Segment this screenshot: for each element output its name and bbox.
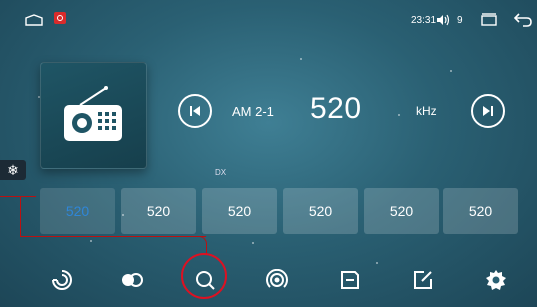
edit-button[interactable]	[401, 258, 445, 302]
sparkle-dot	[300, 58, 302, 60]
next-station-button[interactable]	[471, 94, 505, 128]
sparkle-dot	[90, 240, 92, 242]
annotation-line	[20, 236, 206, 237]
prev-station-button[interactable]	[178, 94, 212, 128]
annotation-line	[0, 196, 36, 197]
volume-icon[interactable]	[436, 13, 450, 27]
sparkle-dot	[398, 114, 400, 116]
back-icon[interactable]	[513, 12, 533, 28]
radio-artwork	[40, 62, 147, 169]
snowflake-icon[interactable]: ❄	[0, 160, 26, 180]
preset-button-2[interactable]: 520	[121, 188, 196, 234]
skip-next-icon	[483, 106, 493, 116]
volume-level: 9	[457, 15, 463, 26]
edit-icon	[414, 271, 432, 289]
dx-indicator: DX	[215, 168, 227, 177]
broadcast-icon	[266, 269, 288, 288]
toggle-icon	[122, 273, 143, 287]
preset-button-4[interactable]: 520	[283, 188, 358, 234]
preset-button-1[interactable]: 520	[40, 188, 115, 234]
skip-previous-icon	[190, 106, 200, 116]
gear-icon	[486, 270, 506, 290]
recent-apps-icon[interactable]	[480, 13, 498, 27]
frequency-display: 520	[310, 92, 362, 125]
sparkle-dot	[252, 242, 254, 244]
preset-button-3[interactable]: 520	[202, 188, 277, 234]
home-icon[interactable]	[25, 14, 43, 26]
settings-button[interactable]	[474, 258, 518, 302]
annotation-line	[20, 196, 21, 236]
status-bar: 23:31 9	[0, 0, 537, 40]
save-icon	[341, 271, 359, 289]
frequency-unit: kHz	[416, 104, 437, 118]
search-highlight-ring	[181, 253, 227, 299]
save-button[interactable]	[328, 258, 372, 302]
preset-list: 520 520 520 520 520 520	[40, 188, 518, 234]
radio-icon	[64, 86, 122, 141]
clock: 23:31	[411, 15, 437, 26]
preset-button-5[interactable]: 520	[364, 188, 439, 234]
toggle-button[interactable]	[110, 258, 154, 302]
broadcast-button[interactable]	[255, 258, 299, 302]
scan-button[interactable]	[40, 258, 84, 302]
scan-icon	[52, 270, 72, 290]
radio-app-badge-icon[interactable]	[54, 12, 66, 24]
sparkle-dot	[450, 70, 452, 72]
bottom-toolbar	[40, 258, 518, 302]
band-label: AM 2-1	[232, 104, 274, 119]
preset-button-6[interactable]: 520	[443, 188, 518, 234]
